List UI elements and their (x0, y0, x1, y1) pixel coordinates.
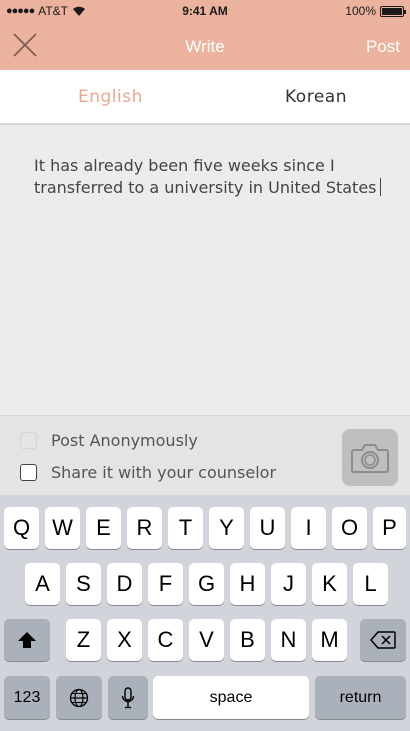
shift-key[interactable] (4, 619, 50, 661)
key-s[interactable]: S (66, 563, 101, 605)
key-w[interactable]: W (45, 507, 80, 549)
battery-icon (380, 5, 406, 17)
shift-arrow-icon (18, 632, 36, 648)
key-n[interactable]: N (271, 619, 306, 661)
key-k[interactable]: K (312, 563, 347, 605)
globe-key[interactable] (56, 676, 102, 719)
status-bar: ●●●●● AT&T 9:41 AM 100% (0, 0, 410, 22)
anonymous-checkbox[interactable] (20, 432, 37, 449)
keyboard: Q W E R T Y U I O P A S D F G H J K L Z … (0, 495, 410, 731)
key-h[interactable]: H (230, 563, 265, 605)
globe-icon (69, 688, 89, 707)
delete-key[interactable] (360, 619, 406, 661)
key-d[interactable]: D (107, 563, 142, 605)
nav-bar: Write Post (0, 22, 410, 70)
language-tabs: English Korean (0, 70, 410, 124)
share-counselor-label: Share it with your counselor (51, 463, 277, 482)
share-counselor-checkbox[interactable] (20, 464, 37, 481)
key-g[interactable]: G (189, 563, 224, 605)
post-button[interactable]: Post (366, 37, 400, 57)
backspace-icon (370, 631, 396, 649)
anonymous-option[interactable]: Post Anonymously (20, 431, 198, 450)
text-cursor (379, 178, 381, 196)
key-q[interactable]: Q (4, 507, 39, 549)
tab-korean[interactable]: Korean (285, 87, 347, 107)
key-p[interactable]: P (373, 507, 406, 549)
key-y[interactable]: Y (209, 507, 244, 549)
post-options: Post Anonymously Share it with your coun… (0, 415, 410, 495)
camera-button[interactable] (342, 429, 398, 486)
numbers-key[interactable]: 123 (4, 676, 50, 719)
key-a[interactable]: A (25, 563, 60, 605)
page-title: Write (185, 37, 225, 56)
post-editor[interactable]: It has already been five weeks since I t… (0, 125, 410, 415)
key-i[interactable]: I (291, 507, 326, 549)
camera-icon (351, 443, 389, 473)
key-o[interactable]: O (332, 507, 367, 549)
post-text-area[interactable]: It has already been five weeks since I t… (34, 155, 384, 199)
tab-english[interactable]: English (78, 87, 143, 107)
key-v[interactable]: V (189, 619, 224, 661)
key-f[interactable]: F (148, 563, 183, 605)
post-text: It has already been five weeks since I t… (34, 156, 377, 197)
key-c[interactable]: C (148, 619, 183, 661)
key-z[interactable]: Z (66, 619, 101, 661)
battery-percent: 100% (345, 4, 376, 18)
share-counselor-option[interactable]: Share it with your counselor (20, 463, 276, 482)
key-l[interactable]: L (353, 563, 388, 605)
microphone-icon (121, 686, 135, 708)
anonymous-label: Post Anonymously (51, 431, 198, 450)
key-x[interactable]: X (107, 619, 142, 661)
key-j[interactable]: J (271, 563, 306, 605)
key-r[interactable]: R (127, 507, 162, 549)
key-b[interactable]: B (230, 619, 265, 661)
key-e[interactable]: E (86, 507, 121, 549)
key-u[interactable]: U (250, 507, 285, 549)
battery-status: 100% (345, 4, 406, 18)
return-key[interactable]: return (315, 676, 406, 719)
microphone-key[interactable] (108, 676, 148, 719)
key-m[interactable]: M (312, 619, 347, 661)
space-key[interactable]: space (153, 676, 309, 719)
key-t[interactable]: T (168, 507, 203, 549)
